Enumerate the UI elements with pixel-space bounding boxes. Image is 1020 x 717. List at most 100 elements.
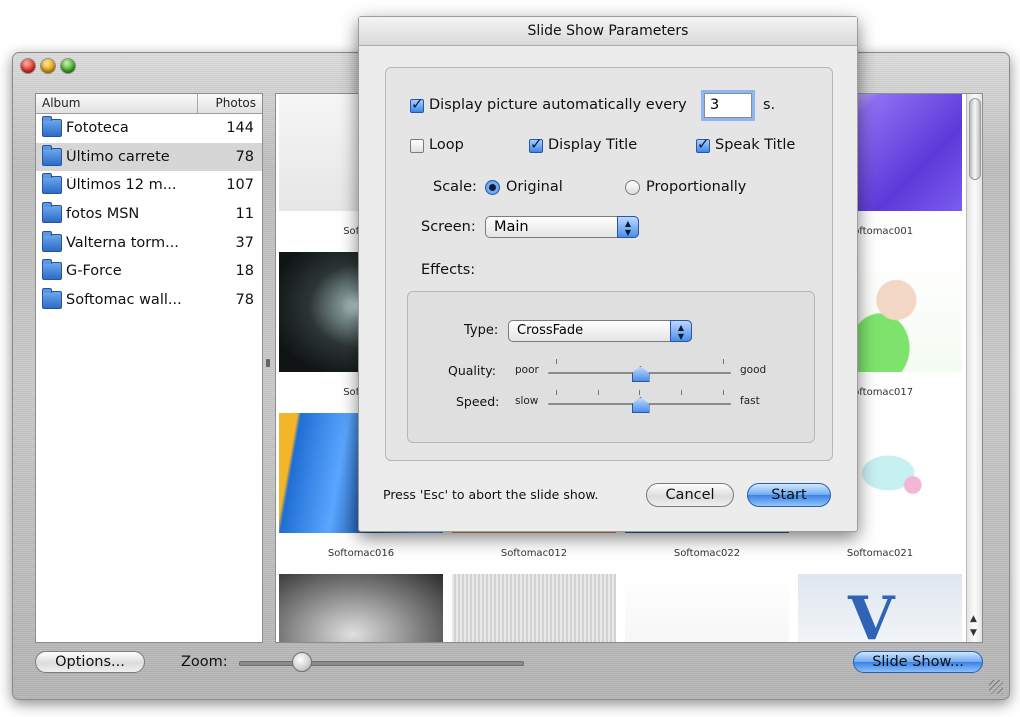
speak-title-checkbox[interactable] (696, 135, 710, 153)
window-controls (21, 59, 75, 73)
zoom-window-button[interactable] (61, 59, 75, 73)
album-list-header: Album Photos (36, 94, 262, 114)
scale-proportionally-radio[interactable] (625, 180, 640, 195)
interval-input[interactable]: 3 (704, 93, 752, 118)
folder-icon (42, 287, 62, 309)
interval-unit: s. (763, 97, 776, 113)
scale-original-radio[interactable] (485, 180, 500, 195)
display-auto-checkbox[interactable] (410, 95, 424, 113)
speak-title-label: Speak Title (715, 137, 796, 153)
album-row[interactable]: G-Force 18 (36, 257, 262, 286)
scale-original-label: Original (506, 179, 563, 195)
album-row[interactable]: Softomac wall... 78 (36, 286, 262, 315)
photo-caption: Softomac022 (673, 548, 741, 559)
effects-label: Effects: (421, 262, 476, 278)
zoom-slider-track[interactable] (239, 661, 524, 666)
folder-icon (42, 259, 62, 281)
quality-tick (556, 359, 557, 364)
v-logo-icon: V (848, 584, 895, 643)
scroll-down-arrow-icon[interactable]: ▼ (970, 628, 977, 638)
photo-caption: Softomac016 (327, 548, 395, 559)
speed-label: Speed: (456, 394, 500, 409)
photos-column-header[interactable]: Photos (198, 94, 262, 113)
photo-thumbnail[interactable] (625, 574, 789, 642)
speed-tick (639, 390, 640, 395)
speed-tick (556, 390, 557, 395)
photo-thumbnail[interactable] (452, 574, 616, 642)
album-row[interactable]: Último carrete 78 (36, 142, 262, 172)
folder-icon (42, 173, 62, 195)
minimize-button[interactable] (41, 59, 55, 73)
effects-group: Type: CrossFade ▲ ▼ Quality: poor good Sp… (407, 291, 815, 443)
popup-arrows-icon: ▲ ▼ (617, 216, 639, 238)
album-row[interactable]: Valterna torm... 37 (36, 228, 262, 257)
album-name: Fototeca (66, 120, 129, 137)
display-title-checkbox[interactable] (529, 135, 543, 153)
folder-icon (42, 144, 62, 166)
loop-checkbox[interactable] (410, 139, 424, 153)
cancel-button[interactable]: Cancel (646, 483, 734, 507)
album-name: G-Force (66, 263, 122, 280)
scale-label: Scale: (433, 179, 477, 195)
type-label: Type: (464, 323, 499, 338)
abort-hint: Press 'Esc' to abort the slide show. (383, 487, 599, 502)
type-popup[interactable]: CrossFade ▲ ▼ (508, 320, 692, 342)
scale-proportionally-label: Proportionally (646, 179, 747, 195)
folder-icon (42, 202, 62, 224)
photo-caption: Softomac012 (500, 548, 568, 559)
album-count: 37 (235, 234, 254, 251)
screen-popup-value: Main (494, 219, 529, 235)
album-name: Valterna torm... (66, 234, 179, 251)
album-count: 107 (226, 177, 254, 194)
album-list: Album Photos Fototeca 144 Último carrete 78… (35, 93, 263, 643)
album-count: 78 (235, 148, 254, 165)
folder-icon (42, 230, 62, 252)
album-name: Softomac wall... (66, 291, 182, 308)
close-button[interactable] (21, 59, 35, 73)
folder-icon (42, 116, 62, 138)
photo-cell[interactable] (449, 569, 616, 642)
album-count: 18 (235, 263, 254, 280)
quality-tick (723, 359, 724, 364)
slide-show-parameters-sheet: Slide Show Parameters Display picture au… (358, 16, 858, 532)
album-row[interactable]: Últimos 12 m... 107 (36, 171, 262, 200)
speed-tick (598, 390, 599, 395)
speed-max-label: fast (740, 395, 760, 407)
album-rows: Fototeca 144 Último carrete 78 Últimos 12 m.… (36, 114, 262, 314)
album-row[interactable]: fotos MSN 11 (36, 200, 262, 229)
loop-label: Loop (429, 137, 464, 153)
resize-grip[interactable] (989, 680, 1003, 694)
start-button[interactable]: Start (747, 483, 831, 507)
options-button[interactable]: Options... (35, 651, 145, 673)
album-count: 144 (226, 120, 254, 137)
scroll-up-arrow-icon[interactable]: ▲ (970, 614, 977, 624)
sheet-title: Slide Show Parameters (359, 17, 857, 46)
album-name: Últimos 12 m... (66, 177, 177, 194)
popup-arrows-icon: ▲ ▼ (670, 320, 692, 342)
photo-cell[interactable] (276, 569, 443, 642)
photo-thumbnail[interactable]: V (798, 574, 962, 643)
photo-cell[interactable]: V (795, 569, 962, 643)
speed-tick (681, 390, 682, 395)
slide-show-button[interactable]: Slide Show... (853, 651, 983, 673)
quality-min-label: poor (515, 364, 539, 376)
zoom-label: Zoom: (181, 654, 228, 670)
album-column-header[interactable]: Album (36, 94, 198, 113)
splitter-handle[interactable] (266, 359, 270, 367)
album-row[interactable]: Fototeca 144 (36, 114, 262, 143)
speed-min-label: slow (515, 395, 539, 407)
screen-label: Screen: (421, 219, 476, 235)
display-title-label: Display Title (548, 137, 638, 153)
quality-max-label: good (740, 364, 767, 376)
display-auto-label: Display picture automatically every (429, 97, 687, 113)
album-name: fotos MSN (66, 206, 140, 223)
vertical-scrollbar[interactable]: ▲ ▼ (966, 94, 982, 642)
photo-caption: Softomac021 (846, 548, 914, 559)
photo-cell[interactable] (622, 569, 789, 642)
type-popup-value: CrossFade (517, 323, 584, 338)
scrollbar-thumb[interactable] (969, 98, 981, 180)
screen-popup[interactable]: Main ▲ ▼ (485, 216, 639, 238)
speed-tick (723, 390, 724, 395)
album-name: Último carrete (66, 148, 170, 165)
photo-thumbnail[interactable] (279, 574, 443, 642)
